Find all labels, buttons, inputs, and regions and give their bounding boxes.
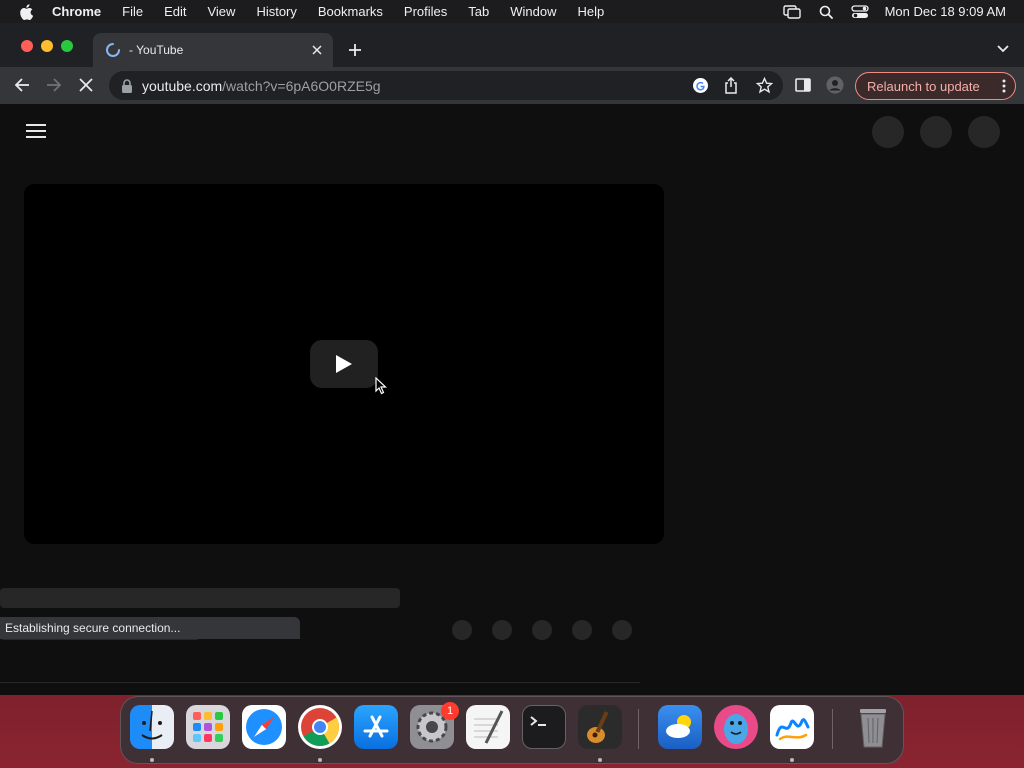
title-skeleton bbox=[0, 588, 400, 608]
tab-strip: - YouTube bbox=[0, 23, 1024, 67]
weather-icon[interactable] bbox=[658, 705, 702, 749]
screen-mirroring-icon[interactable] bbox=[782, 4, 801, 19]
menu-edit[interactable]: Edit bbox=[164, 4, 186, 19]
menu-profiles[interactable]: Profiles bbox=[404, 4, 447, 19]
notification-badge: 1 bbox=[441, 702, 459, 720]
loading-spinner-icon bbox=[106, 43, 120, 57]
window-zoom-button[interactable] bbox=[61, 40, 73, 52]
chrome-icon[interactable] bbox=[298, 705, 342, 749]
stop-loading-icon[interactable] bbox=[77, 76, 95, 94]
menu-bookmarks[interactable]: Bookmarks bbox=[318, 4, 383, 19]
hamburger-menu-icon[interactable] bbox=[26, 124, 46, 140]
textedit-icon[interactable] bbox=[466, 705, 510, 749]
header-skeleton-circle bbox=[968, 116, 1000, 148]
garageband-icon[interactable] bbox=[578, 705, 622, 749]
more-menu-icon[interactable] bbox=[1002, 79, 1006, 93]
trash-icon[interactable] bbox=[851, 705, 895, 749]
menu-app-name[interactable]: Chrome bbox=[52, 4, 101, 19]
bird-app-icon[interactable] bbox=[714, 705, 758, 749]
forward-arrow-icon[interactable] bbox=[45, 76, 63, 94]
header-skeleton-circle bbox=[872, 116, 904, 148]
system-settings-icon[interactable]: 1 bbox=[410, 702, 459, 749]
window-minimize-button[interactable] bbox=[41, 40, 53, 52]
menu-history[interactable]: History bbox=[256, 4, 296, 19]
menu-view[interactable]: View bbox=[207, 4, 235, 19]
relaunch-label: Relaunch to update bbox=[867, 78, 980, 94]
relaunch-to-update-button[interactable]: Relaunch to update bbox=[855, 72, 1016, 100]
tab-title: - YouTube bbox=[129, 43, 184, 57]
action-skeleton-circle bbox=[612, 620, 632, 640]
url-domain: youtube.com bbox=[142, 77, 223, 94]
status-text: Establishing secure connection... bbox=[5, 621, 181, 635]
profile-avatar-icon[interactable] bbox=[826, 76, 844, 94]
chrome-window: - YouTube youtube.com /watch?v=6pA6O0RZE… bbox=[0, 23, 1024, 695]
macos-menu-bar: Chrome File Edit View History Bookmarks … bbox=[0, 0, 1024, 23]
action-skeleton-circle bbox=[532, 620, 552, 640]
mouse-cursor-icon bbox=[375, 377, 387, 395]
launchpad-icon[interactable] bbox=[186, 705, 230, 749]
browser-tab-active[interactable]: - YouTube bbox=[93, 33, 333, 67]
google-lens-icon[interactable] bbox=[692, 77, 709, 94]
menu-tab[interactable]: Tab bbox=[468, 4, 489, 19]
new-tab-icon[interactable] bbox=[346, 41, 364, 59]
address-bar[interactable]: youtube.com/watch?v=6pA6O0RZE5g bbox=[109, 71, 783, 100]
video-player[interactable] bbox=[24, 184, 664, 544]
back-arrow-icon[interactable] bbox=[13, 76, 31, 94]
app-store-icon[interactable] bbox=[354, 705, 398, 749]
action-skeleton-circle bbox=[492, 620, 512, 640]
share-icon[interactable] bbox=[723, 77, 739, 94]
lock-icon[interactable] bbox=[121, 78, 133, 93]
terminal-icon[interactable] bbox=[522, 705, 566, 749]
url-path: /watch?v=6pA6O0RZE5g bbox=[222, 77, 381, 94]
freeform-icon[interactable] bbox=[770, 705, 814, 749]
macos-dock: 1 bbox=[120, 696, 904, 764]
side-panel-icon[interactable] bbox=[794, 76, 812, 94]
menu-bar-clock[interactable]: Mon Dec 18 9:09 AM bbox=[885, 4, 1006, 19]
spotlight-search-icon[interactable] bbox=[817, 5, 835, 19]
action-skeleton-circle bbox=[452, 620, 472, 640]
tab-close-icon[interactable] bbox=[309, 42, 325, 58]
content-divider bbox=[0, 682, 640, 683]
bookmark-star-icon[interactable] bbox=[756, 77, 773, 94]
play-button[interactable] bbox=[310, 340, 378, 388]
finder-icon[interactable] bbox=[130, 705, 174, 749]
control-center-icon[interactable] bbox=[850, 4, 869, 19]
browser-toolbar: youtube.com/watch?v=6pA6O0RZE5g Relaunch… bbox=[0, 67, 1024, 104]
menu-file[interactable]: File bbox=[122, 4, 143, 19]
action-skeleton-circle bbox=[572, 620, 592, 640]
menu-help[interactable]: Help bbox=[578, 4, 605, 19]
status-bubble: Establishing secure connection... bbox=[0, 617, 300, 639]
apple-menu-icon[interactable] bbox=[19, 3, 33, 20]
play-icon bbox=[336, 355, 352, 373]
safari-icon[interactable] bbox=[242, 705, 286, 749]
menu-window[interactable]: Window bbox=[510, 4, 556, 19]
youtube-page bbox=[0, 104, 1024, 695]
header-skeleton-circle bbox=[920, 116, 952, 148]
tab-search-chevron-icon[interactable] bbox=[996, 43, 1010, 55]
window-close-button[interactable] bbox=[21, 40, 33, 52]
